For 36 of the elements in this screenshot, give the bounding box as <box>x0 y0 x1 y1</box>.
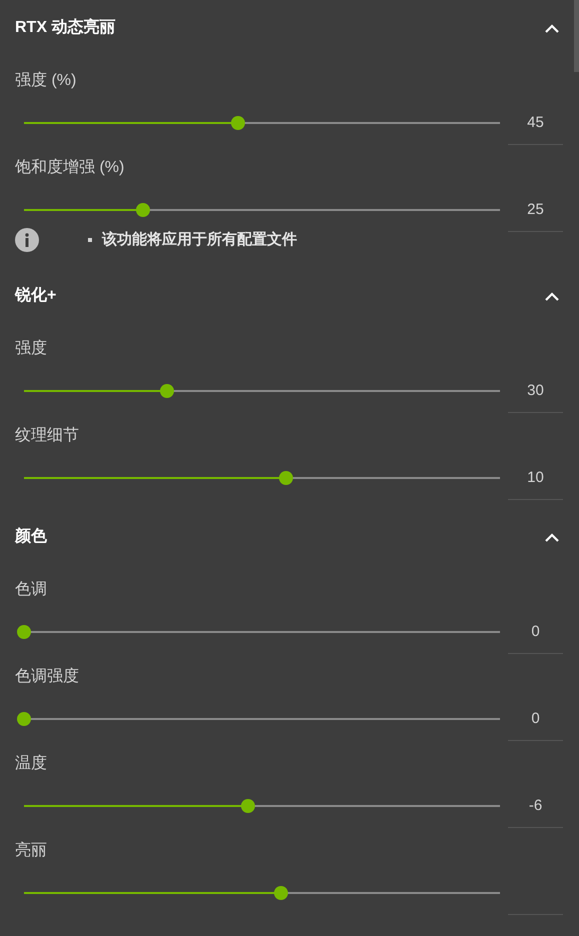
slider-label: 色调强度 <box>15 666 79 687</box>
value-field[interactable]: 30 <box>508 381 563 413</box>
section-header[interactable]: 锐化+ <box>0 268 573 324</box>
slider-thumb[interactable] <box>278 471 293 485</box>
slider-label: 亮丽 <box>15 840 47 861</box>
section-title: 颜色 <box>15 526 47 547</box>
section-title: 锐化+ <box>15 286 56 306</box>
chevron-up-icon[interactable] <box>545 532 559 542</box>
value-field[interactable]: 10 <box>508 468 563 500</box>
slider-thumb[interactable] <box>160 384 174 398</box>
slider-thumb[interactable] <box>240 799 255 813</box>
chevron-up-icon[interactable] <box>545 24 559 32</box>
value-field[interactable]: -6 <box>508 796 563 828</box>
chevron-up-icon[interactable] <box>545 292 559 300</box>
slider-label: 温度 <box>15 754 47 774</box>
slider-label: 强度 <box>15 338 47 359</box>
slider-thumb[interactable] <box>274 886 288 900</box>
section-header[interactable]: 颜色 <box>0 509 573 565</box>
slider-label: 色调 <box>15 580 47 600</box>
info-icon <box>15 228 39 252</box>
slider-label: 纹理细节 <box>15 426 79 446</box>
value-field[interactable]: 45 <box>508 113 563 145</box>
note-text: 该功能将应用于所有配置文件 <box>102 230 297 250</box>
section-title: RTX 动态亮丽 <box>15 17 116 38</box>
slider-label: 饱和度增强 (%) <box>15 158 124 178</box>
value-field[interactable]: 0 <box>508 709 563 741</box>
value-field[interactable]: 0 <box>508 622 563 654</box>
slider-thumb[interactable] <box>231 116 246 130</box>
slider-thumb[interactable] <box>17 625 31 639</box>
scrollbar-thumb[interactable] <box>574 0 579 72</box>
value-field[interactable]: 25 <box>508 200 563 232</box>
slider-thumb[interactable] <box>136 203 150 217</box>
bullet-icon <box>88 238 92 242</box>
section-header[interactable]: RTX 动态亮丽 <box>0 0 573 56</box>
slider-thumb[interactable] <box>17 712 31 726</box>
slider-label: 强度 (%) <box>15 70 76 91</box>
